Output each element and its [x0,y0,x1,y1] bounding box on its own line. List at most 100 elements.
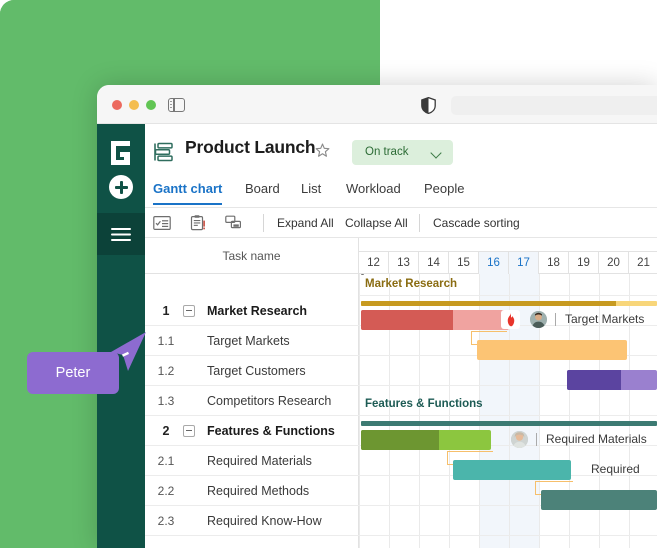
summary-label-market-research: Market Research [365,278,457,290]
cascade-sorting-button[interactable]: Cascade sorting [433,216,520,230]
timeline-month-strip [359,238,657,252]
table-row[interactable]: 2.3 Required Know-How [145,506,359,536]
tab-gantt-chart[interactable]: Gantt chart [153,181,222,205]
status-badge[interactable]: On track [352,140,453,165]
timeline-scrollbar[interactable] [359,274,657,276]
green-backdrop-left [0,0,97,548]
browser-titlebar: ganttpro.com [97,85,657,124]
avatar[interactable] [530,311,547,328]
favorite-star-icon[interactable] [315,143,330,158]
day-cell-12[interactable]: 12 [359,252,389,274]
hierarchy-icon[interactable] [225,215,243,231]
row-number: 2.2 [153,484,179,498]
day-cell-20[interactable]: 20 [599,252,629,274]
day-cell-21[interactable]: 21 [629,252,657,274]
table-row[interactable]: 2 Features & Functions [145,416,359,446]
toolbar-divider-2 [419,214,420,232]
table-row[interactable]: 2.2 Required Methods [145,476,359,506]
summary-label-features-functions: Features & Functions [365,398,483,410]
summary-bar-features-functions[interactable] [361,421,657,426]
clipboard-alert-icon[interactable] [189,215,207,231]
dependency-link [535,481,536,495]
task-label: Market Research [207,304,307,318]
project-header: Product Launch On track [145,124,657,181]
task-bar-target-markets[interactable] [361,310,509,330]
menu-button[interactable] [97,213,145,255]
window-controls[interactable] [112,100,156,110]
day-cell-19[interactable]: 19 [569,252,599,274]
bar-label-target-markets: Target Markets [565,312,644,326]
tab-workload[interactable]: Workload [346,181,401,203]
dependency-link [471,331,507,332]
maximize-window-button[interactable] [146,100,156,110]
task-label: Target Customers [207,364,306,378]
tab-list[interactable]: List [301,181,321,203]
day-cell-14[interactable]: 14 [419,252,449,274]
day-cell-17[interactable]: 17 [509,252,539,274]
task-bar-required-materials[interactable] [361,430,491,450]
label-separator [555,313,556,326]
tab-people[interactable]: People [424,181,464,203]
table-row[interactable]: 1.2 Target Customers [145,356,359,386]
label-separator [536,433,537,446]
task-label: Competitors Research [207,394,331,408]
gantt-toolbar: Expand All Collapse All Cascade sorting [145,208,657,238]
close-window-button[interactable] [112,100,122,110]
day-cell-15[interactable]: 15 [449,252,479,274]
table-row[interactable]: 1 Market Research [145,296,359,326]
grid-header: Task name 12 13 14 15 16 17 18 19 20 21 [145,238,657,274]
task-label: Features & Functions [207,424,335,438]
dependency-link [535,481,573,482]
add-button[interactable] [109,175,133,199]
status-label: On track [365,146,408,158]
dependency-link [471,331,472,345]
sidebar-toggle-icon[interactable] [168,98,185,112]
row-number: 2.1 [153,454,179,468]
day-cell-16[interactable]: 16 [479,252,509,274]
task-label: Required Know-How [207,514,322,528]
day-cell-13[interactable]: 13 [389,252,419,274]
day-cell-18[interactable]: 18 [539,252,569,274]
task-bar-required-know-how[interactable] [541,490,657,510]
table-row[interactable]: 1.1 Target Markets [145,326,359,356]
privacy-shield-icon[interactable] [421,97,436,114]
dependency-link [447,451,448,465]
dependency-link [447,451,493,452]
expand-all-button[interactable]: Expand All [277,216,334,230]
ganttpro-logo-icon[interactable] [108,140,133,166]
timeline-day-header: 12 13 14 15 16 17 18 19 20 21 [359,238,657,274]
collaborator-name-chip: Peter [27,352,119,394]
collapse-all-button[interactable]: Collapse All [345,216,408,230]
scrollbar-cap [361,274,364,275]
screenshot-root: ganttpro.com Product La [0,0,657,548]
row-number: 2 [153,424,179,438]
task-bar-competitors-research[interactable] [567,370,657,390]
browser-window: ganttpro.com Product La [97,85,657,548]
row-number: 1.1 [153,334,179,348]
row-number: 1.2 [153,364,179,378]
task-name-column-header: Task name [145,238,359,274]
deadline-flame-icon[interactable] [501,310,520,329]
address-bar[interactable]: ganttpro.com [451,96,657,115]
bar-label-required-methods: Required [591,462,640,476]
project-icon [153,141,175,163]
gantt-body: 1 Market Research 1.1 Target Markets 1.2… [145,274,657,548]
summary-bar-market-research[interactable] [361,301,657,306]
minimize-window-button[interactable] [129,100,139,110]
table-row[interactable]: 2.1 Required Materials [145,446,359,476]
page-title: Product Launch [185,137,315,158]
bar-label-required-materials: Required Materials [546,432,647,446]
task-label: Required Materials [207,454,312,468]
task-checklist-icon[interactable] [153,215,171,231]
table-row[interactable]: 1.3 Competitors Research [145,386,359,416]
row-number: 2.3 [153,514,179,528]
collapse-toggle[interactable] [183,425,195,437]
task-label: Target Markets [207,334,290,348]
collaborator-name: Peter [56,365,91,381]
avatar[interactable] [511,431,528,448]
gantt-chart-area[interactable]: Market Research [359,274,657,548]
collapse-toggle[interactable] [183,305,195,317]
task-bar-target-customers[interactable] [477,340,627,360]
task-bar-required-methods[interactable] [453,460,571,480]
tab-board[interactable]: Board [245,181,280,203]
